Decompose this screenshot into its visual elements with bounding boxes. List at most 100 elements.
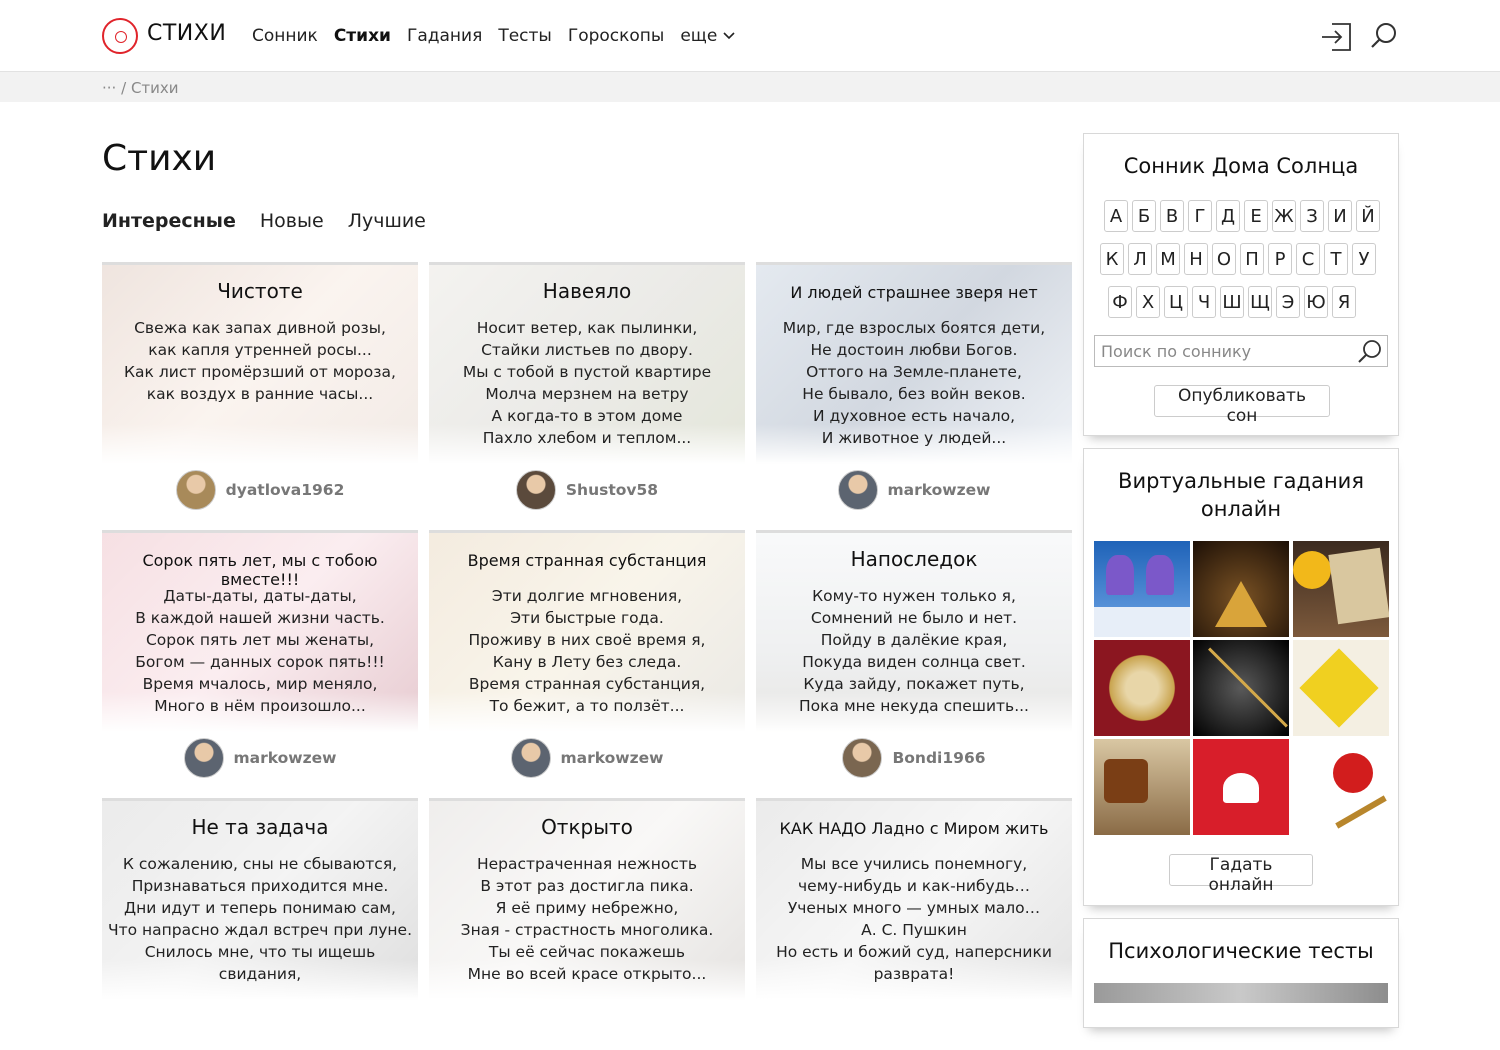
tab-new[interactable]: Новые [260,210,324,232]
dreambook-letter[interactable]: К [1100,243,1124,275]
brand-name[interactable]: СТИХИ [147,21,226,46]
author-name[interactable]: markowzew [234,749,337,767]
poem-author[interactable]: markowzew [429,736,745,780]
fortune-thumb-pyramid[interactable] [1193,541,1289,637]
poem-card[interactable]: КАК НАДО Ладно с Миром жить Мы все училис… [756,798,1072,1050]
dreambook-letter[interactable]: Д [1216,200,1240,232]
poem-title[interactable]: КАК НАДО Ладно с Миром жить [756,819,1072,838]
dreambook-letter[interactable]: С [1296,243,1320,275]
poem-card[interactable]: И людей страшнее зверя нет Мир, где взрос… [756,262,1072,514]
nav-item-dreambook[interactable]: Сонник [252,26,318,46]
dreambook-letter[interactable]: Л [1128,243,1152,275]
fortune-thumb-runes[interactable] [1094,739,1190,835]
poem-title[interactable]: Не та задача [102,815,418,839]
poem-card[interactable]: Чистоте Свежа как запах дивной розы, как к… [102,262,418,514]
fortune-thumb-coins[interactable] [1094,640,1190,736]
avatar[interactable] [183,738,224,778]
dreambook-letter[interactable]: П [1240,243,1264,275]
dreambook-letter[interactable]: Б [1132,200,1156,232]
dreambook-letter[interactable]: В [1160,200,1184,232]
poem-author[interactable]: Shustov58 [429,468,745,512]
login-icon[interactable] [1320,22,1352,52]
fortune-thumb-sticks[interactable] [1293,739,1389,835]
dreambook-letter[interactable]: Й [1356,200,1380,232]
nav-item-horoscopes[interactable]: Гороскопы [568,26,665,46]
fortune-thumb-twins[interactable] [1094,541,1190,637]
avatar[interactable] [837,470,878,510]
search-icon[interactable] [1370,22,1398,50]
dreambook-letter[interactable]: О [1212,243,1236,275]
dreambook-letter[interactable]: Х [1136,286,1160,318]
author-name[interactable]: markowzew [561,749,664,767]
poem-title[interactable]: Напоследок [756,547,1072,571]
dreambook-letter[interactable]: Э [1276,286,1300,318]
fortune-thumb-arrow[interactable] [1193,640,1289,736]
dreambook-letter[interactable]: Р [1268,243,1292,275]
fortune-thumb-maple[interactable] [1293,640,1389,736]
poem-author[interactable]: markowzew [102,736,418,780]
dreambook-letter[interactable]: Я [1332,286,1356,318]
breadcrumb-ellipsis[interactable]: ··· [102,79,116,97]
dreambook-letter[interactable]: Е [1244,200,1268,232]
dreambook-letter[interactable]: М [1156,243,1180,275]
publish-dream-button[interactable]: Опубликовать сон [1154,385,1330,426]
poem-card[interactable]: Открыто Нерастраченная нежность В этот раз… [429,798,745,1050]
dreambook-search-input[interactable] [1101,340,1351,362]
dreambook-letter[interactable]: Ю [1304,286,1328,318]
poem-card[interactable]: Сорок пять лет, мы с тобою вместе!!! Даты… [102,530,418,782]
test-thumbnail[interactable] [1094,983,1388,1003]
poem-title[interactable]: Открыто [429,815,745,839]
logo-icon[interactable] [102,18,138,54]
poem-card-image[interactable]: Навеяло Носит ветер, как пылинки, Стайки л… [429,262,745,464]
avatar[interactable] [175,470,216,510]
poem-title[interactable]: Чистоте [102,279,418,303]
dreambook-letter[interactable]: Г [1188,200,1212,232]
author-name[interactable]: Shustov58 [566,481,658,499]
dreambook-letter[interactable]: Т [1324,243,1348,275]
fortune-online-button[interactable]: Гадать онлайн [1169,854,1313,895]
dreambook-letter[interactable]: А [1104,200,1128,232]
dreambook-letter[interactable]: У [1352,243,1376,275]
author-name[interactable]: markowzew [888,481,991,499]
poem-card-image[interactable]: Открыто Нерастраченная нежность В этот раз… [429,798,745,1000]
poem-title[interactable]: Навеяло [429,279,745,303]
avatar[interactable] [510,738,551,778]
poem-card-image[interactable]: Чистоте Свежа как запах дивной розы, как к… [102,262,418,464]
poem-card[interactable]: Не та задача К сожалению, сны не сбываютс… [102,798,418,1050]
nav-item-poems[interactable]: Стихи [334,26,391,46]
poem-author[interactable]: dyatlova1962 [102,468,418,512]
poem-card[interactable]: Напоследок Кому-то нужен только я, Сомнени… [756,530,1072,782]
author-name[interactable]: dyatlova1962 [226,481,345,499]
dreambook-letter[interactable]: Ш [1220,286,1244,318]
nav-more[interactable]: еще [680,26,735,46]
search-icon[interactable] [1357,339,1383,365]
poem-title[interactable]: Сорок пять лет, мы с тобою вместе!!! [102,551,418,589]
dreambook-letter[interactable]: И [1328,200,1352,232]
poem-card-image[interactable]: Напоследок Кому-то нужен только я, Сомнени… [756,530,1072,732]
avatar[interactable] [842,738,883,778]
poem-card[interactable]: Время странная субстанция Эти долгие мгно… [429,530,745,782]
poem-card-image[interactable]: Сорок пять лет, мы с тобою вместе!!! Даты… [102,530,418,732]
dreambook-letter[interactable]: Ж [1272,200,1296,232]
poem-card-image[interactable]: И людей страшнее зверя нет Мир, где взрос… [756,262,1072,464]
poem-card-image[interactable]: Время странная субстанция Эти долгие мгно… [429,530,745,732]
poem-author[interactable]: Bondi1966 [756,736,1072,780]
dreambook-letter[interactable]: З [1300,200,1324,232]
tab-best[interactable]: Лучшие [348,210,426,232]
author-name[interactable]: Bondi1966 [892,749,985,767]
dreambook-letter[interactable]: Ф [1108,286,1132,318]
dreambook-letter[interactable]: Н [1184,243,1208,275]
dreambook-letter[interactable]: Ц [1164,286,1188,318]
poem-card-image[interactable]: Не та задача К сожалению, сны не сбываютс… [102,798,418,1000]
dreambook-letter[interactable]: Ч [1192,286,1216,318]
tab-interesting[interactable]: Интересные [102,210,236,232]
avatar[interactable] [515,470,556,510]
fortune-thumb-sunflower[interactable] [1293,541,1389,637]
fortune-thumb-valentine[interactable] [1193,739,1289,835]
dreambook-letter[interactable]: Щ [1248,286,1272,318]
nav-item-fortune[interactable]: Гадания [407,26,482,46]
poem-card[interactable]: Навеяло Носит ветер, как пылинки, Стайки л… [429,262,745,514]
poem-author[interactable]: markowzew [756,468,1072,512]
poem-title[interactable]: И людей страшнее зверя нет [756,283,1072,302]
poem-title[interactable]: Время странная субстанция [429,551,745,570]
